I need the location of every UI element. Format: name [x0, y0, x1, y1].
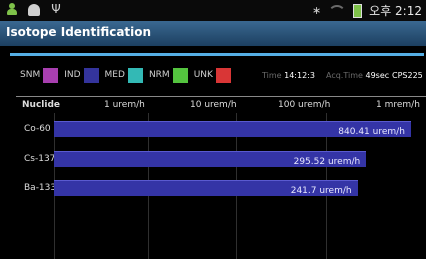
legend-item-nrm: NRM [148, 67, 188, 83]
legend-item-med: MED [104, 67, 143, 83]
legend-label: UNK [193, 70, 213, 80]
status-clock: 오후 2:12 [369, 4, 422, 18]
header-rule [16, 96, 426, 97]
legend-item-snm: SNM [20, 67, 59, 83]
scale-header-2: 10 urem/h [190, 100, 237, 110]
page-title: Isotope Identification [6, 25, 152, 39]
time-label: Time [262, 71, 282, 80]
accent-divider [10, 53, 424, 56]
legend-swatch [43, 67, 59, 83]
wifi-icon [328, 4, 347, 17]
legend-label: NRM [148, 70, 170, 80]
scale-header-4: 1 mrem/h [376, 100, 420, 110]
legend-item-unk: UNK [193, 67, 231, 83]
category-legend: SNM IND MED NRM UNK [20, 66, 237, 84]
android-icon [28, 4, 40, 16]
nuclide-label: Ba-133 [24, 183, 57, 193]
acq-time-label: Acq.Time [326, 71, 363, 80]
dose-value-label: 295.52 urem/h [293, 157, 361, 167]
title-bar: Isotope Identification [0, 21, 426, 46]
nuclide-label: Cs-137 [24, 154, 56, 164]
legend-label: IND [64, 70, 81, 80]
legend-swatch [83, 67, 99, 83]
legend-label: MED [104, 70, 125, 80]
time-value: 14:12:3 [284, 71, 315, 80]
battery-icon [353, 3, 363, 18]
acq-time-value: 49sec [365, 71, 390, 80]
acq-time-readout: Acq.Time 49sec [326, 71, 389, 80]
user-icon [6, 3, 18, 16]
usb-icon: Ψ [51, 2, 61, 16]
legend-swatch [215, 67, 231, 83]
legend-item-ind: IND [64, 67, 99, 83]
scale-header-3: 100 urem/h [278, 100, 331, 110]
bluetooth-icon: ∗ [311, 4, 322, 17]
time-readout: Time 14:12:3 [262, 71, 315, 80]
legend-swatch [172, 67, 188, 83]
cps-value: 225 [407, 71, 423, 80]
legend-label: SNM [20, 70, 41, 80]
nuclide-label: Co-60 [24, 124, 51, 134]
cps-readout: CPS225 [392, 71, 423, 80]
legend-swatch [127, 67, 143, 83]
scale-header-1: 1 urem/h [104, 100, 145, 110]
dose-value-label: 840.41 urem/h [338, 127, 405, 137]
status-bar: Ψ ∗ 오후 2:12 [0, 0, 426, 21]
cps-label: CPS [392, 71, 408, 80]
nuclide-header: Nuclide [22, 100, 60, 110]
dose-value-label: 241.7 urem/h [290, 186, 352, 196]
